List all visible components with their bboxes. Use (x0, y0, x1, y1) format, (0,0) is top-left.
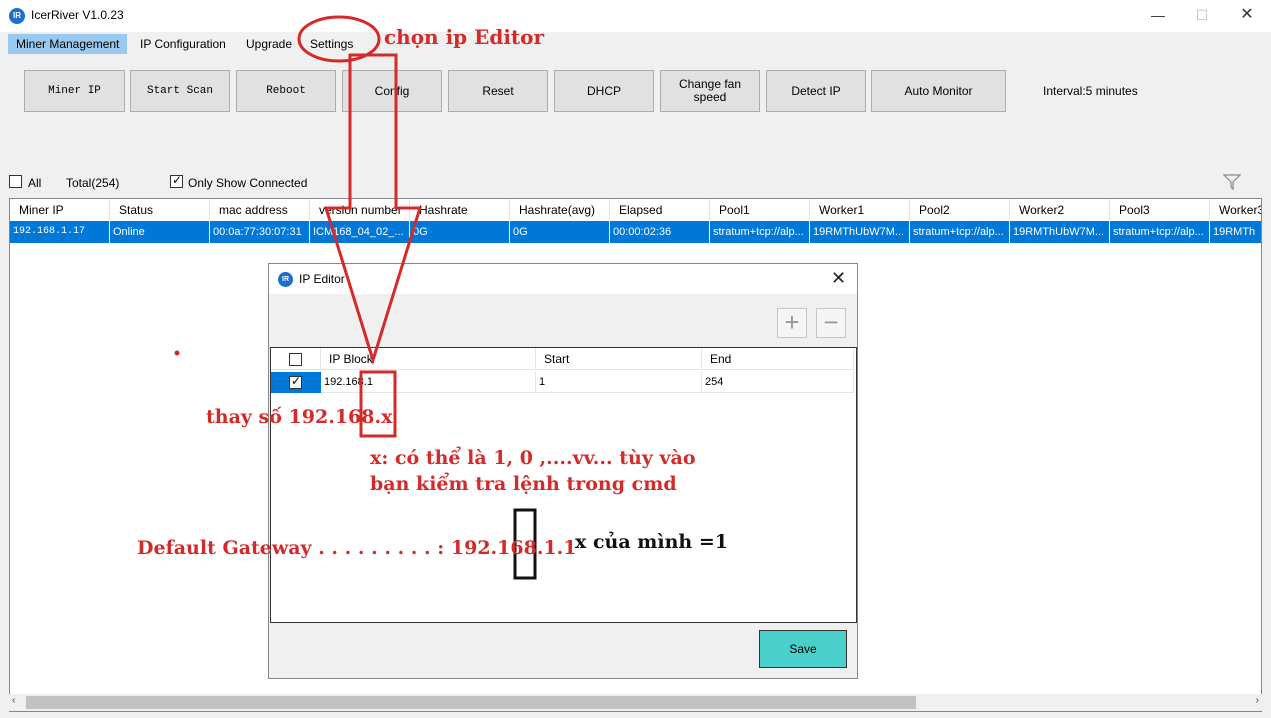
annotation-default-gateway: Default Gateway . . . . . . . . . : 192.… (137, 537, 577, 559)
down-arrow-shape (323, 53, 423, 366)
annotation-overlay (174, 15, 537, 580)
red-dot (174, 350, 180, 356)
annotation-x-explanation-2: bạn kiểm tra lệnh trong cmd (370, 473, 677, 495)
annotation-x-explanation-1: x: có thể là 1, 0 ,....vv... tùy vào (370, 447, 696, 469)
annotation-choose-editor: chọn ip Editor (384, 25, 545, 49)
annotation-x-mine: x của mình =1 (575, 531, 728, 553)
annotation-replace-number: thay số 192.168.x (206, 406, 393, 428)
